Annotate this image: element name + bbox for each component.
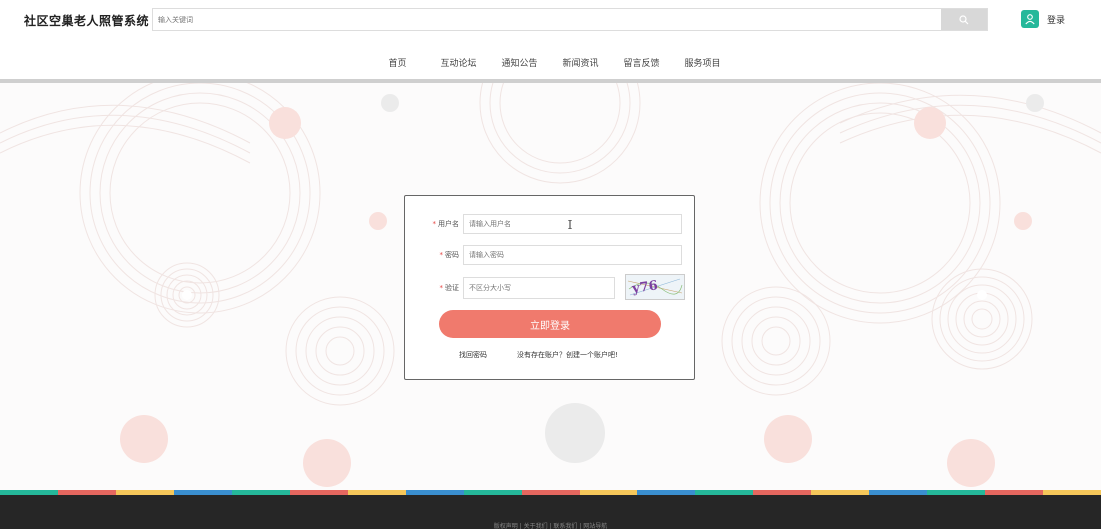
- captcha-graphic: y76: [627, 278, 683, 297]
- nav-item-label: 首页: [388, 59, 407, 69]
- password-label: * 密码: [439, 251, 460, 259]
- login-link[interactable]: 登录: [1021, 10, 1065, 28]
- forgot-password-link[interactable]: 找回密码: [459, 350, 487, 360]
- search-icon: [959, 14, 969, 24]
- nav-item-label: 互动论坛: [440, 59, 477, 69]
- username-label: * 用户名: [432, 220, 460, 228]
- username-field[interactable]: [463, 214, 682, 234]
- nav-item-label: 留言反馈: [623, 59, 660, 69]
- nav-item-label: 通知公告: [501, 59, 538, 69]
- captcha-text: y76: [630, 278, 658, 297]
- username-row: * 用户名: [405, 214, 682, 234]
- captcha-field[interactable]: [463, 277, 615, 299]
- search-button[interactable]: [941, 9, 987, 30]
- nav-item-label: 服务项目: [684, 59, 721, 69]
- footer: 版权声明 | 关于我们 | 联系我们 | 网站导航: [0, 495, 1101, 529]
- login-button[interactable]: 立即登录: [439, 310, 661, 338]
- nav-item-label: 新闻资讯: [562, 59, 599, 69]
- search-bar: [152, 8, 988, 31]
- footer-links[interactable]: 版权声明 | 关于我们 | 联系我们 | 网站导航: [0, 521, 1101, 529]
- captcha-image[interactable]: y76: [625, 274, 685, 300]
- captcha-row: * 验证: [405, 277, 615, 299]
- site-title: 社区空巢老人照管系统: [24, 14, 150, 28]
- password-row: * 密码: [405, 245, 682, 265]
- login-label: 登录: [1047, 15, 1066, 26]
- register-link[interactable]: 没有存在账户？创建一个账户吧!: [517, 350, 618, 360]
- text-cursor-icon: [568, 220, 572, 229]
- captcha-label: * 验证: [439, 284, 460, 292]
- login-card: *用户名 *密码 *验证 y76 立即登录 找回密码 没有存在账户？创建一个账户…: [404, 195, 695, 380]
- user-icon: [1021, 10, 1039, 28]
- header: 社区空巢老人照管系统 登录: [0, 0, 1101, 40]
- password-field[interactable]: [463, 245, 682, 265]
- search-input[interactable]: [153, 9, 941, 30]
